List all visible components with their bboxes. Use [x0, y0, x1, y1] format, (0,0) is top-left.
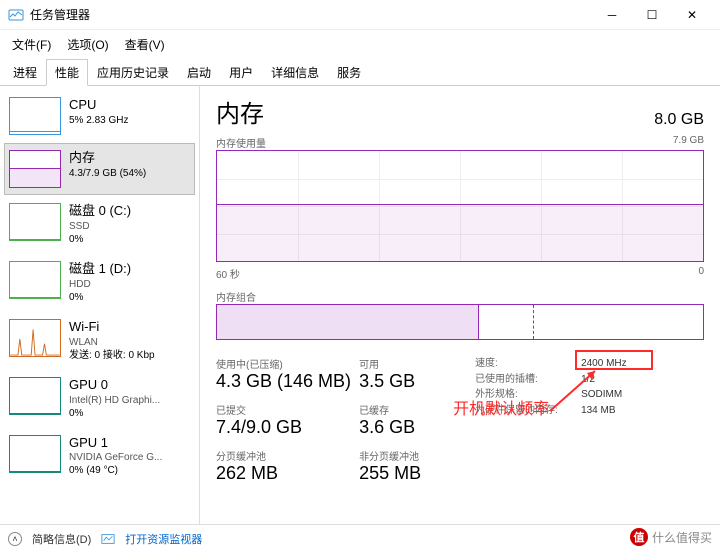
tab-3[interactable]: 启动: [178, 59, 220, 86]
watermark: 值 什么值得买: [630, 528, 712, 546]
close-button[interactable]: ✕: [672, 0, 712, 30]
sidebar-item-disk-2[interactable]: 磁盘 0 (C:)SSD0%: [4, 196, 195, 253]
sidebar-item-gpu-5[interactable]: GPU 0Intel(R) HD Graphi...0%: [4, 370, 195, 427]
stat-inuse-val: 4.3 GB (146 MB): [216, 371, 351, 392]
sidebar-graph-icon: [9, 261, 61, 299]
maximize-button[interactable]: ☐: [632, 0, 672, 30]
sidebar-item-gpu-6[interactable]: GPU 1NVIDIA GeForce G...0% (49 °C): [4, 428, 195, 485]
stat-avail-val: 3.5 GB: [359, 371, 459, 392]
stat-cached-val: 3.6 GB: [359, 417, 459, 438]
sidebar-graph-icon: [9, 319, 61, 357]
sidebar-item-sub: SSD: [69, 220, 131, 233]
sidebar-item-sub: NVIDIA GeForce G...: [69, 451, 162, 464]
sidebar-item-value: 0%: [69, 233, 131, 246]
sidebar-item-wifi-4[interactable]: Wi-FiWLAN发送: 0 接收: 0 Kbp: [4, 312, 195, 369]
stat-committed-val: 7.4/9.0 GB: [216, 417, 351, 438]
tab-0[interactable]: 进程: [4, 59, 46, 86]
memory-usage-chart: [216, 150, 704, 262]
sidebar-item-value: 4.3/7.9 GB (54%): [69, 167, 146, 180]
tab-6[interactable]: 服务: [328, 59, 370, 86]
stat-inuse-label: 使用中(已压缩): [216, 356, 351, 371]
comp-label: 内存组合: [216, 289, 256, 304]
sidebar-item-value: 发送: 0 接收: 0 Kbp: [69, 349, 155, 362]
sidebar-graph-icon: [9, 150, 61, 188]
sidebar-item-mem-1[interactable]: 内存4.3/7.9 GB (54%): [4, 143, 195, 195]
stat-cached-label: 已缓存: [359, 402, 459, 417]
info-speed-k: 速度:: [475, 356, 563, 372]
info-reserved-v: 134 MB: [581, 403, 615, 419]
menu-file[interactable]: 文件(F): [4, 32, 59, 57]
tab-2[interactable]: 应用历史记录: [88, 59, 178, 86]
stat-paged-val: 262 MB: [216, 463, 351, 484]
open-resource-monitor-link[interactable]: 打开资源监视器: [125, 531, 202, 547]
stat-nonpaged-val: 255 MB: [359, 463, 459, 484]
menu-view[interactable]: 查看(V): [117, 32, 173, 57]
menu-options[interactable]: 选项(O): [59, 32, 116, 57]
sidebar-item-title: 内存: [69, 150, 146, 167]
sidebar-item-title: Wi-Fi: [69, 319, 155, 336]
info-slots-k: 已使用的插槽:: [475, 372, 563, 388]
stat-committed-label: 已提交: [216, 402, 351, 417]
info-slots-v: 1/2: [581, 372, 595, 388]
sidebar-item-value: 0%: [69, 407, 160, 420]
sidebar-item-value: 5% 2.83 GHz: [69, 114, 128, 127]
sidebar-item-sub: WLAN: [69, 336, 155, 349]
stat-paged-label: 分页缓冲池: [216, 448, 351, 463]
memory-total: 8.0 GB: [654, 111, 704, 129]
minimize-button[interactable]: ─: [592, 0, 632, 30]
stat-avail-label: 可用: [359, 356, 459, 371]
annotation-text: 开机默认频率: [453, 398, 549, 423]
info-form-v: SODIMM: [581, 387, 622, 403]
footer-less[interactable]: 简略信息(D): [32, 531, 91, 547]
memory-composition-chart: [216, 304, 704, 340]
monitor-icon: [101, 532, 115, 546]
sidebar-item-title: 磁盘 1 (D:): [69, 261, 131, 278]
sidebar-item-title: 磁盘 0 (C:): [69, 203, 131, 220]
sidebar-graph-icon: [9, 435, 61, 473]
sidebar-item-sub: Intel(R) HD Graphi...: [69, 394, 160, 407]
sidebar-graph-icon: [9, 97, 61, 135]
tab-5[interactable]: 详细信息: [262, 59, 328, 86]
tab-4[interactable]: 用户: [220, 59, 262, 86]
collapse-button[interactable]: ˄: [8, 532, 22, 546]
watermark-logo-icon: 值: [630, 528, 648, 546]
sidebar-item-cpu-0[interactable]: CPU5% 2.83 GHz: [4, 90, 195, 142]
page-title: 内存: [216, 94, 264, 129]
sidebar-item-value: 0% (49 °C): [69, 464, 162, 477]
stat-nonpaged-label: 非分页缓冲池: [359, 448, 459, 463]
chart-label-max: 7.9 GB: [673, 135, 704, 150]
chart-x-right: 0: [698, 266, 704, 281]
chart-label-usage: 内存使用量: [216, 135, 266, 150]
sidebar-item-title: GPU 1: [69, 435, 162, 452]
sidebar-item-title: GPU 0: [69, 377, 160, 394]
sidebar-item-value: 0%: [69, 291, 131, 304]
sidebar-graph-icon: [9, 203, 61, 241]
window-title: 任务管理器: [30, 6, 592, 23]
app-icon: [8, 7, 24, 23]
sidebar-item-title: CPU: [69, 97, 128, 114]
chart-x-left: 60 秒: [216, 266, 240, 281]
sidebar-item-disk-3[interactable]: 磁盘 1 (D:)HDD0%: [4, 254, 195, 311]
sidebar-graph-icon: [9, 377, 61, 415]
annotation-box: [575, 350, 653, 370]
tab-1[interactable]: 性能: [46, 59, 88, 86]
sidebar-item-sub: HDD: [69, 278, 131, 291]
